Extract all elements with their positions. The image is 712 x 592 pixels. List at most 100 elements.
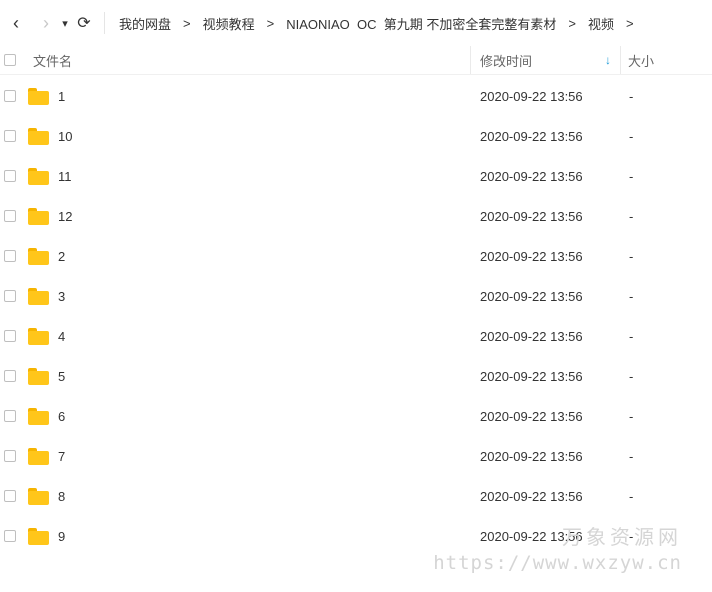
row-checkbox[interactable] <box>4 450 16 462</box>
file-row[interactable]: 6 2020-09-22 13:56 - <box>0 396 712 436</box>
breadcrumb-separator: > <box>266 15 275 31</box>
file-modified: 2020-09-22 13:56 <box>480 408 583 424</box>
row-checkbox[interactable] <box>4 410 16 422</box>
folder-icon <box>28 76 49 116</box>
file-modified: 2020-09-22 13:56 <box>480 208 583 224</box>
file-size: - <box>629 328 634 344</box>
file-name[interactable]: 11 <box>58 156 72 196</box>
breadcrumb-separator: > <box>568 15 576 31</box>
back-icon[interactable]: ‹ <box>4 11 28 35</box>
row-checkbox[interactable] <box>4 490 16 502</box>
row-checkbox-cell <box>4 116 16 156</box>
file-row[interactable]: 3 2020-09-22 13:56 - <box>0 276 712 316</box>
folder-icon <box>28 396 49 436</box>
watermark-title: 万象资源网 <box>562 525 682 549</box>
file-modified: 2020-09-22 13:56 <box>480 88 583 104</box>
file-name[interactable]: 10 <box>58 116 72 156</box>
file-name[interactable]: 7 <box>58 436 65 476</box>
row-checkbox-cell <box>4 276 16 316</box>
file-row[interactable]: 12 2020-09-22 13:56 - <box>0 196 712 236</box>
row-checkbox[interactable] <box>4 90 16 102</box>
row-checkbox-cell <box>4 516 16 556</box>
row-checkbox-cell <box>4 196 16 236</box>
file-size: - <box>629 448 634 464</box>
file-name[interactable]: 5 <box>58 356 65 396</box>
forward-icon[interactable]: › <box>34 11 58 35</box>
breadcrumb-item-video-tutorials[interactable]: 视频教程 <box>197 14 261 33</box>
toolbar-divider <box>104 12 105 34</box>
file-list: 1 2020-09-22 13:56 - 10 2020-09-22 13:56… <box>0 76 712 556</box>
file-modified: 2020-09-22 13:56 <box>480 488 583 504</box>
file-row[interactable]: 8 2020-09-22 13:56 - <box>0 476 712 516</box>
file-modified: 2020-09-22 13:56 <box>480 448 583 464</box>
breadcrumb-item-course[interactable]: NIAONIAO OC 第九期 不加密全套完整有素材 <box>280 14 562 33</box>
column-header-size[interactable]: 大小 <box>628 46 654 74</box>
select-all-checkbox[interactable] <box>4 54 16 66</box>
row-checkbox-cell <box>4 356 16 396</box>
folder-icon <box>28 156 49 196</box>
history-dropdown-icon[interactable]: ▾ <box>58 11 72 35</box>
file-size: - <box>629 368 634 384</box>
row-checkbox[interactable] <box>4 130 16 142</box>
file-name[interactable]: 9 <box>58 516 65 556</box>
file-row[interactable]: 4 2020-09-22 13:56 - <box>0 316 712 356</box>
row-checkbox[interactable] <box>4 530 16 542</box>
file-modified: 2020-09-22 13:56 <box>480 368 583 384</box>
folder-icon <box>28 516 49 556</box>
file-modified: 2020-09-22 13:56 <box>480 288 583 304</box>
file-name[interactable]: 3 <box>58 276 65 316</box>
row-checkbox[interactable] <box>4 210 16 222</box>
breadcrumb-item-root[interactable]: 我的网盘 <box>113 14 177 33</box>
file-row[interactable]: 5 2020-09-22 13:56 - <box>0 356 712 396</box>
watermark: 万象资源网 https://www.wxzyw.cn <box>433 521 682 574</box>
file-row[interactable]: 1 2020-09-22 13:56 - <box>0 76 712 116</box>
sort-descending-icon[interactable]: ↓ <box>605 46 611 74</box>
file-row[interactable]: 10 2020-09-22 13:56 - <box>0 116 712 156</box>
file-row[interactable]: 2 2020-09-22 13:56 - <box>0 236 712 276</box>
file-modified: 2020-09-22 13:56 <box>480 128 583 144</box>
file-size: - <box>629 488 634 504</box>
refresh-icon[interactable]: ⟳ <box>72 11 96 35</box>
file-size: - <box>629 168 634 184</box>
row-checkbox-cell <box>4 236 16 276</box>
file-name[interactable]: 2 <box>58 236 65 276</box>
select-all-checkbox-cell <box>4 46 16 74</box>
row-checkbox[interactable] <box>4 250 16 262</box>
file-size: - <box>629 208 634 224</box>
file-size: - <box>629 248 634 264</box>
row-checkbox[interactable] <box>4 170 16 182</box>
column-header-name[interactable]: 文件名 <box>33 46 72 74</box>
file-size: - <box>629 288 634 304</box>
breadcrumb-separator: > <box>183 15 191 31</box>
column-header-modified[interactable]: 修改时间 <box>480 46 532 74</box>
row-checkbox-cell <box>4 396 16 436</box>
folder-icon <box>28 476 49 516</box>
toolbar: ‹ › ▾ ⟳ 我的网盘 > 视频教程 > NIAONIAO OC 第九期 不加… <box>0 0 712 46</box>
file-name[interactable]: 12 <box>58 196 72 236</box>
file-name[interactable]: 6 <box>58 396 65 436</box>
row-checkbox[interactable] <box>4 330 16 342</box>
row-checkbox[interactable] <box>4 370 16 382</box>
column-divider[interactable] <box>470 46 471 74</box>
folder-icon <box>28 356 49 396</box>
file-name[interactable]: 1 <box>58 76 65 116</box>
row-checkbox-cell <box>4 316 16 356</box>
watermark-url: https://www.wxzyw.cn <box>433 552 682 574</box>
column-divider[interactable] <box>620 46 621 74</box>
breadcrumb: 我的网盘 > 视频教程 > NIAONIAO OC 第九期 不加密全套完整有素材… <box>113 14 640 33</box>
file-name[interactable]: 4 <box>58 316 65 356</box>
file-name[interactable]: 8 <box>58 476 65 516</box>
file-list-header: 文件名 修改时间 ↓ 大小 <box>0 46 712 75</box>
file-modified: 2020-09-22 13:56 <box>480 248 583 264</box>
file-row[interactable]: 11 2020-09-22 13:56 - <box>0 156 712 196</box>
file-modified: 2020-09-22 13:56 <box>480 328 583 344</box>
folder-icon <box>28 276 49 316</box>
folder-icon <box>28 316 49 356</box>
row-checkbox-cell <box>4 476 16 516</box>
file-row[interactable]: 7 2020-09-22 13:56 - <box>0 436 712 476</box>
folder-icon <box>28 236 49 276</box>
breadcrumb-item-video[interactable]: 视频 <box>582 14 620 33</box>
file-modified: 2020-09-22 13:56 <box>480 168 583 184</box>
row-checkbox[interactable] <box>4 290 16 302</box>
row-checkbox-cell <box>4 156 16 196</box>
